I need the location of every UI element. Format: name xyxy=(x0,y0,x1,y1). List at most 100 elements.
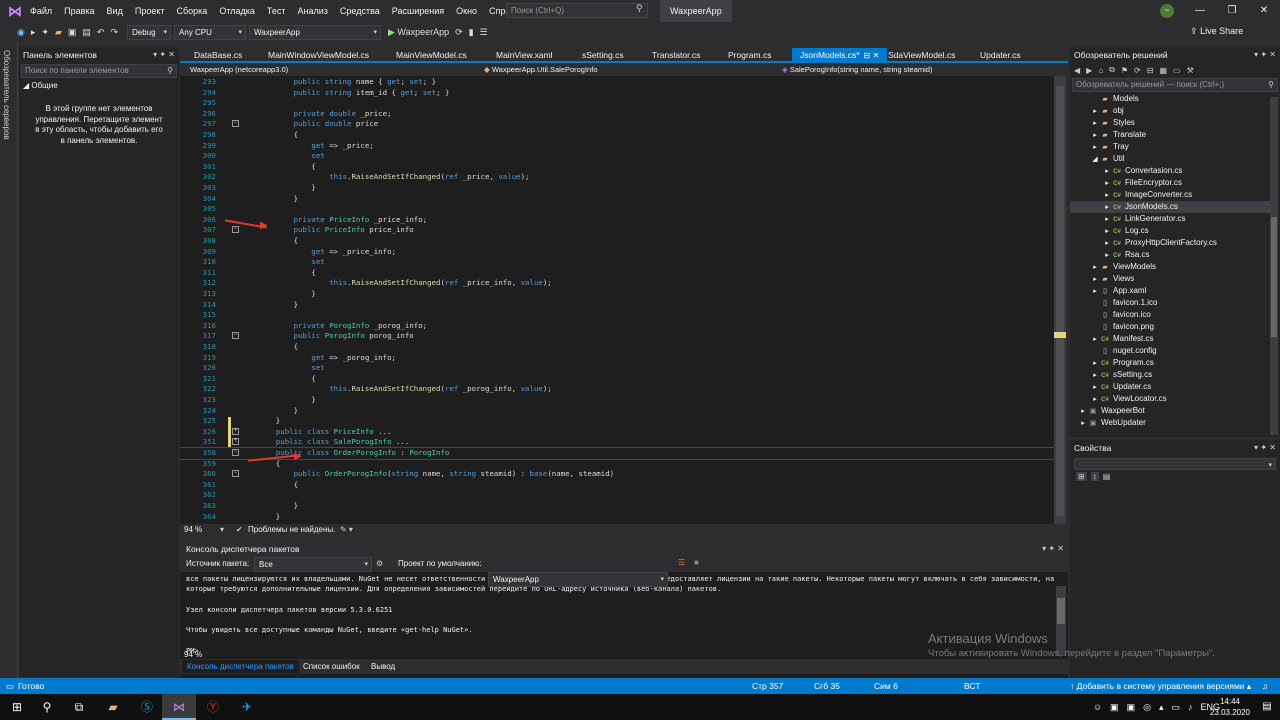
code-line[interactable]: 362 xyxy=(180,490,1054,501)
sync-icon[interactable]: ⟳ xyxy=(1134,66,1141,75)
fold-toggle-icon[interactable]: − xyxy=(232,332,239,340)
search-icon[interactable]: ⚲ xyxy=(30,694,64,720)
clear-console-icon[interactable]: ☰ xyxy=(678,558,685,567)
tray-app-icon[interactable]: ◎ xyxy=(1143,702,1151,713)
forward-icon[interactable]: ▸ xyxy=(28,24,39,40)
close-button[interactable]: ✕ xyxy=(1248,0,1280,22)
document-tab[interactable]: DataBase.cs xyxy=(186,48,250,62)
pane-controls[interactable]: ▾ ✦ ✕ xyxy=(1254,47,1276,63)
network-icon[interactable]: ▭ xyxy=(1171,702,1180,713)
document-tab[interactable]: Program.cs xyxy=(720,48,779,62)
tree-item[interactable]: ▸ C# sSetting.cs xyxy=(1070,369,1270,381)
code-line[interactable]: 364 } xyxy=(180,512,1054,523)
code-line[interactable]: 326 public class PriceInfo ... xyxy=(180,427,1054,438)
issue-navigation-icon[interactable]: ✎ ▾ xyxy=(340,525,353,534)
skype-icon[interactable]: Ⓢ xyxy=(130,694,164,720)
categorized-icon[interactable]: ⊞ xyxy=(1076,472,1087,481)
code-editor[interactable]: 293 public string name { get; set; } 294 … xyxy=(180,76,1054,524)
scroll-thumb[interactable] xyxy=(1271,217,1277,337)
bookmark-icon[interactable]: ▮ xyxy=(466,24,477,40)
volume-icon[interactable]: ♪ xyxy=(1188,702,1193,712)
refresh-icon[interactable]: ⟳ xyxy=(452,24,466,40)
scroll-thumb[interactable] xyxy=(1056,86,1064,516)
tree-item[interactable]: ▸ C# Log.cs xyxy=(1070,225,1270,237)
tree-item[interactable]: ▸ C# Convertasion.cs xyxy=(1070,165,1270,177)
menu-9[interactable]: Расширения xyxy=(386,0,450,22)
account-avatar[interactable]: ~ xyxy=(1160,4,1174,18)
home-icon[interactable]: ⌂ xyxy=(1098,66,1103,75)
editor-scrollbar[interactable] xyxy=(1054,76,1066,524)
fold-toggle-icon[interactable]: + xyxy=(232,427,239,435)
settings-icon[interactable]: ⚙ xyxy=(376,559,383,568)
package-source-select[interactable]: Все ▾ xyxy=(254,557,372,572)
menu-3[interactable]: Проект xyxy=(129,0,171,22)
tree-item[interactable]: ▯ nuget.config xyxy=(1070,345,1270,357)
live-share-button[interactable]: ⇪ Live Share xyxy=(1190,26,1243,37)
pane-controls[interactable]: ▾ ✦ ✕ xyxy=(1042,542,1064,556)
telegram-icon[interactable]: ✈ xyxy=(230,694,264,720)
tree-item[interactable]: ▸ ▣ WebUpdater xyxy=(1070,417,1270,429)
code-line[interactable]: 305 xyxy=(180,204,1054,215)
document-tab[interactable]: MainViewModel.cs xyxy=(388,48,475,62)
default-project-select[interactable]: WaxpeerApp ▾ xyxy=(488,572,668,587)
start-debug-button[interactable]: ▶ WaxpeerApp xyxy=(385,24,452,40)
code-line[interactable]: 298 { xyxy=(180,130,1054,141)
code-line[interactable]: 318 { xyxy=(180,342,1054,353)
code-line[interactable]: 351 public class SalePorogInfo ... xyxy=(180,437,1054,448)
document-tab[interactable]: Updater.cs xyxy=(972,48,1029,62)
code-line[interactable]: 308 { xyxy=(180,236,1054,247)
tree-item[interactable]: ▸ ▯ App.xaml xyxy=(1070,285,1270,297)
tree-item[interactable]: ▸ ▰ Styles xyxy=(1070,117,1270,129)
tray-overflow-icon[interactable]: ▴ xyxy=(1159,702,1164,713)
configuration-select[interactable]: Debug ▾ xyxy=(126,24,171,40)
bottom-tab[interactable]: Консоль диспетчера пакетов xyxy=(182,660,299,673)
tree-item[interactable]: ▸ C# Manifest.cs xyxy=(1070,333,1270,345)
search-input[interactable]: Поиск (Ctrl+Q) xyxy=(506,3,648,18)
properties-icon[interactable]: ⚒ xyxy=(1187,66,1194,75)
forward-icon[interactable]: ▶ xyxy=(1086,66,1092,75)
tree-item[interactable]: ▯ favicon.png xyxy=(1070,321,1270,333)
tree-item[interactable]: ▰ Models xyxy=(1070,93,1270,105)
code-line[interactable]: 320 set xyxy=(180,363,1054,374)
stop-icon[interactable]: ■ xyxy=(694,558,699,567)
code-line[interactable]: 317 public PorogInfo porog_info xyxy=(180,331,1054,342)
tree-item[interactable]: ▸ C# FileEncryptor.cs xyxy=(1070,177,1270,189)
tree-item[interactable]: ▸ ▰ ViewModels xyxy=(1070,261,1270,273)
code-line[interactable]: 312 this.RaiseAndSetIfChanged(ref _price… xyxy=(180,278,1054,289)
code-line[interactable]: 322 this.RaiseAndSetIfChanged(ref _porog… xyxy=(180,384,1054,395)
code-line[interactable]: 295 xyxy=(180,98,1054,109)
code-line[interactable]: 299 get => _price; xyxy=(180,141,1054,152)
tree-item[interactable]: ▸ ▣ WaxpeerBot xyxy=(1070,405,1270,417)
menu-2[interactable]: Вид xyxy=(101,0,129,22)
menu-10[interactable]: Окно xyxy=(450,0,483,22)
fold-toggle-icon[interactable]: − xyxy=(232,226,239,234)
pending-changes-icon[interactable]: ⚑ xyxy=(1121,66,1128,75)
issues-status[interactable]: Проблемы не найдены. xyxy=(248,525,335,534)
code-line[interactable]: 293 public string name { get; set; } xyxy=(180,77,1054,88)
code-line[interactable]: 361 { xyxy=(180,480,1054,491)
back-icon[interactable]: ◉ xyxy=(14,24,28,40)
properties-object-select[interactable]: ▾ xyxy=(1074,458,1276,470)
code-line[interactable]: 306 private PriceInfo _price_info; xyxy=(180,215,1054,226)
document-tab[interactable]: sSetting.cs xyxy=(574,48,632,62)
bottom-tab[interactable]: Список ошибок xyxy=(298,660,365,673)
code-line[interactable]: 304 } xyxy=(180,194,1054,205)
code-line[interactable]: 302 this.RaiseAndSetIfChanged(ref _price… xyxy=(180,172,1054,183)
search-icon[interactable]: ⚲ xyxy=(636,3,643,14)
code-line[interactable]: 296 private double _price; xyxy=(180,109,1054,120)
collapse-all-icon[interactable]: ⊟ xyxy=(1147,66,1154,75)
scroll-thumb[interactable] xyxy=(1057,598,1065,624)
code-line[interactable]: 314 } xyxy=(180,300,1054,311)
fold-toggle-icon[interactable]: − xyxy=(232,120,239,128)
visual-studio-taskbar-icon[interactable]: ⋈ xyxy=(162,694,196,720)
zoom-dropdown-icon[interactable]: ▾ xyxy=(220,525,224,534)
tree-item[interactable]: ▸ ▰ Translate xyxy=(1070,129,1270,141)
code-line[interactable]: 309 get => _price_info; xyxy=(180,247,1054,258)
tree-item[interactable]: ▸ ▰ obj xyxy=(1070,105,1270,117)
show-all-files-icon[interactable]: ▦ xyxy=(1159,66,1167,75)
fold-toggle-icon[interactable]: − xyxy=(232,470,239,478)
save-icon[interactable]: ▣ xyxy=(65,24,80,40)
undo-icon[interactable]: ↶ xyxy=(94,24,108,40)
tree-item[interactable]: ▸ C# ProxyHttpClientFactory.cs xyxy=(1070,237,1270,249)
tray-app-icon[interactable]: ▣ xyxy=(1127,702,1136,713)
